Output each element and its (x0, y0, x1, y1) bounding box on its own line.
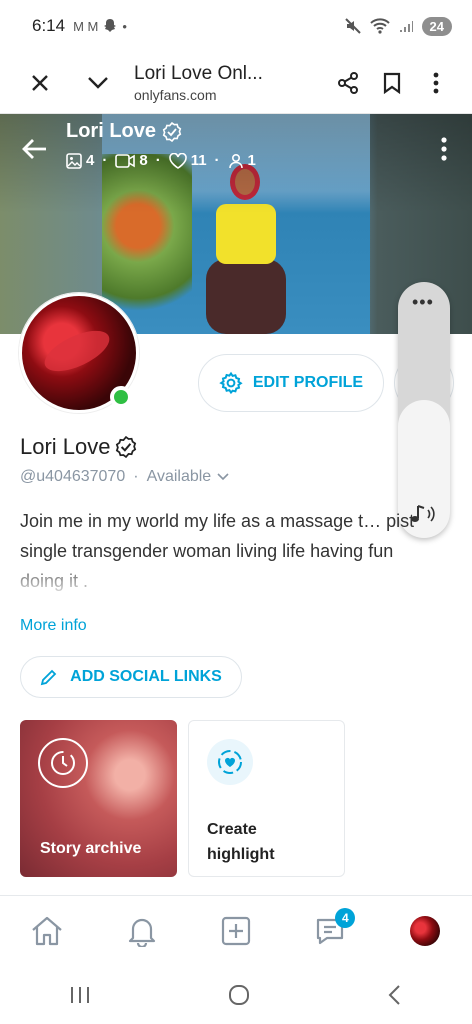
system-navigation (0, 965, 472, 1024)
back-arrow-icon[interactable] (20, 134, 50, 164)
likes-stat: 11 (168, 152, 207, 169)
volume-options-icon[interactable]: ••• (412, 292, 434, 313)
cover-name-text: Lori Love (66, 120, 157, 142)
pencil-icon (40, 669, 57, 686)
home-button-icon[interactable] (227, 983, 251, 1007)
fans-stat[interactable]: 1 (228, 152, 256, 169)
dot-icon: • (122, 18, 127, 34)
chevron-down-icon (88, 76, 108, 89)
notification-icons: M M • (73, 18, 127, 34)
photos-stat[interactable]: 4 (66, 152, 94, 169)
more-info-link[interactable]: More info (20, 617, 87, 635)
handle-row: @u404637070 · Available (20, 468, 229, 486)
history-icon (38, 738, 88, 788)
signal-icon (399, 21, 413, 32)
more-vertical-icon (433, 72, 439, 93)
status-time: 6:14 (32, 16, 66, 35)
back-button-icon[interactable] (386, 983, 404, 1007)
share-icon (338, 71, 358, 94)
add-social-links-label: ADD SOCIAL LINKS (70, 668, 222, 685)
edit-profile-label: EDIT PROFILE (252, 374, 364, 391)
create-highlight-label: Create highlight (207, 821, 275, 863)
story-archive-label: Story archive (40, 840, 142, 857)
bottom-navigation: 4 (0, 895, 472, 965)
create-highlight-card[interactable]: Create highlight (188, 720, 345, 877)
snapchat-icon (104, 19, 117, 32)
plus-square-icon (221, 916, 251, 945)
chevron-down-icon (217, 473, 229, 481)
likes-count: 11 (190, 152, 207, 169)
nav-profile[interactable] (400, 906, 450, 956)
bell-icon (128, 918, 155, 947)
page-title: Lori Love Onl... (134, 62, 263, 84)
share-button[interactable] (326, 61, 370, 105)
profile-name: Lori Love (20, 434, 137, 460)
profile-avatar-icon (409, 915, 440, 946)
video-icon (115, 153, 136, 168)
heart-icon (168, 152, 187, 169)
highlight-heart-icon (207, 739, 253, 785)
volume-slider[interactable]: ••• (398, 282, 450, 538)
mute-icon (344, 18, 361, 34)
add-social-links-button[interactable]: ADD SOCIAL LINKS (20, 656, 242, 698)
nav-create-post[interactable] (211, 906, 261, 956)
browser-menu-button[interactable] (414, 61, 458, 105)
wifi-icon (369, 18, 390, 34)
username-handle: @u404637070 (20, 468, 126, 485)
collapse-button[interactable] (76, 61, 120, 105)
page-url: onlyfans.com (134, 86, 217, 103)
home-icon (32, 916, 62, 945)
videos-stat[interactable]: 8 (115, 152, 148, 169)
edit-profile-button[interactable]: EDIT PROFILE (198, 354, 384, 412)
videos-count: 8 (139, 152, 148, 169)
photos-count: 4 (86, 152, 95, 169)
recent-apps-icon[interactable] (68, 985, 92, 1005)
fans-count: 1 (247, 152, 256, 169)
cover-stats: 4 · 8 · 11 · 1 (66, 152, 256, 169)
gear-icon (219, 371, 243, 395)
gmail-icon: M M (73, 18, 99, 34)
page-title-area[interactable]: Lori Love Onl... onlyfans.com (120, 63, 326, 103)
profile-more-icon[interactable] (434, 134, 454, 164)
availability-label: Available (146, 468, 212, 485)
messages-badge: 4 (335, 907, 356, 928)
cover-name: Lori Love (66, 120, 182, 143)
story-archive-card[interactable]: Story archive (20, 720, 177, 877)
user-icon (228, 153, 243, 168)
image-icon (66, 152, 82, 169)
bookmark-icon (383, 72, 401, 94)
nav-notifications[interactable] (117, 906, 167, 956)
status-bar: 6:14 M M • 24 (0, 0, 472, 52)
close-icon (32, 74, 48, 91)
availability-dropdown[interactable]: Available (147, 468, 230, 486)
online-status-dot (110, 386, 132, 408)
browser-toolbar: Lori Love Onl... onlyfans.com (0, 52, 472, 114)
bookmark-button[interactable] (370, 61, 414, 105)
verified-icon (162, 121, 182, 142)
nav-home[interactable] (22, 906, 72, 956)
profile-name-text: Lori Love (20, 434, 111, 459)
battery-indicator: 24 (421, 16, 452, 36)
nav-messages[interactable]: 4 (305, 906, 356, 956)
close-button[interactable] (18, 61, 62, 105)
verified-icon (115, 436, 136, 458)
